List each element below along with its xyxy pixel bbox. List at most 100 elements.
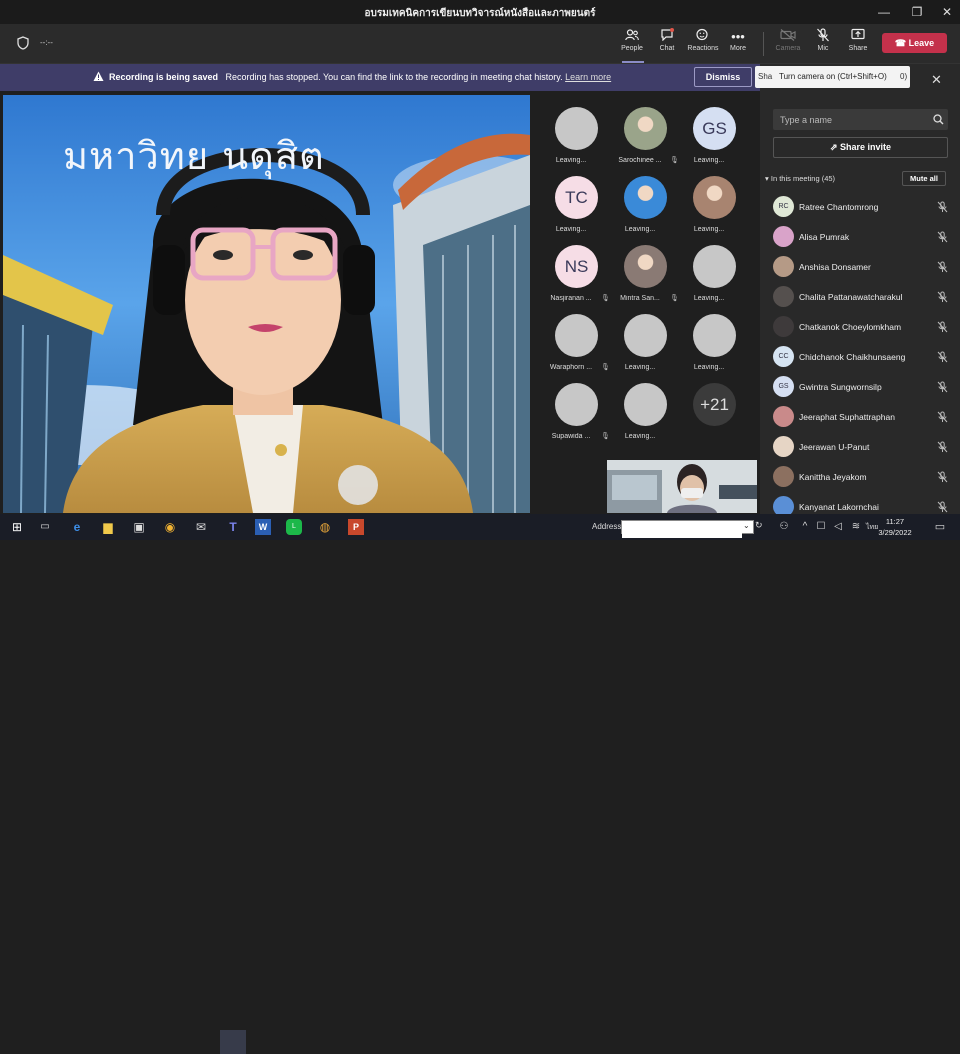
mic-off-icon[interactable] bbox=[937, 291, 948, 303]
mic-off-icon[interactable] bbox=[937, 441, 948, 453]
participant-name: Nasjiranan ... bbox=[550, 295, 592, 302]
address-toolbar[interactable] bbox=[621, 520, 754, 538]
reactions-button[interactable]: Reactions bbox=[683, 28, 723, 52]
participant-avatar bbox=[624, 383, 667, 426]
avatar bbox=[773, 256, 794, 277]
volume-icon[interactable]: ◁ bbox=[830, 519, 846, 535]
participant-tile[interactable]: Leaving... bbox=[609, 169, 679, 237]
camera-label: Camera bbox=[775, 45, 801, 52]
mic-off-icon[interactable] bbox=[937, 411, 948, 423]
powerpoint-icon[interactable]: P bbox=[348, 519, 364, 535]
share-button[interactable]: Share bbox=[838, 28, 878, 52]
participant-name: Ratree Chantomrong bbox=[799, 202, 879, 212]
participant-tile[interactable]: Leaving... bbox=[609, 307, 679, 375]
participant-tile[interactable]: Supawida ... 🎙︎ bbox=[540, 376, 610, 444]
participant-search-input[interactable] bbox=[773, 109, 923, 130]
store-icon[interactable]: ▣ bbox=[131, 519, 147, 535]
system-clock[interactable]: 11:27 3/29/2022 bbox=[870, 516, 920, 538]
participant-search[interactable] bbox=[773, 109, 948, 130]
learn-more-link[interactable]: Learn more bbox=[565, 72, 611, 82]
more-button[interactable]: ••• More bbox=[718, 28, 758, 52]
chrome-alt-icon[interactable]: ◉ bbox=[162, 519, 178, 535]
participant-row[interactable]: CC Chidchanok Chaikhunsaeng bbox=[773, 346, 953, 368]
start-menu-icon[interactable]: ⊞ bbox=[9, 519, 25, 535]
participant-row[interactable]: Jeeraphat Suphattraphan bbox=[773, 406, 953, 428]
mic-off-icon[interactable] bbox=[937, 501, 948, 513]
mic-off-icon[interactable] bbox=[937, 201, 948, 213]
participant-tile[interactable]: Leaving... bbox=[678, 238, 748, 306]
address-label: Address bbox=[592, 522, 622, 531]
in-meeting-header[interactable]: ▾ In this meeting (45) bbox=[765, 174, 835, 183]
participant-avatar bbox=[693, 245, 736, 288]
maximize-button[interactable]: ❐ bbox=[903, 2, 931, 22]
edge-icon[interactable]: e bbox=[69, 519, 85, 535]
participant-tile[interactable]: +21 bbox=[678, 376, 748, 444]
chrome-icon[interactable]: ◍ bbox=[317, 519, 333, 535]
participant-row[interactable]: Chalita Pattanawatcharakul bbox=[773, 286, 953, 308]
leave-label: Leave bbox=[908, 38, 935, 48]
participant-name: Mintra San... bbox=[620, 295, 660, 302]
participant-tile[interactable]: Sarochinee ... 🎙︎ bbox=[609, 100, 679, 168]
meeting-toolbar: --:-- People Chat Reactions ••• More Cam… bbox=[0, 24, 960, 64]
mic-button[interactable]: Mic bbox=[803, 28, 843, 52]
show-hidden-icons[interactable]: ^ bbox=[797, 519, 813, 535]
address-dropdown-icon[interactable]: ⌄ bbox=[743, 521, 750, 530]
participant-tile[interactable]: Leaving... bbox=[609, 376, 679, 444]
share-invite-button[interactable]: ⇗ Share invite bbox=[773, 137, 948, 158]
participant-tile[interactable]: Leaving... bbox=[678, 307, 748, 375]
minimize-button[interactable]: — bbox=[870, 2, 898, 22]
mic-off-icon[interactable] bbox=[937, 321, 948, 333]
people-tray-icon[interactable]: ⚇ bbox=[776, 519, 792, 535]
avatar bbox=[773, 466, 794, 487]
dismiss-button[interactable]: Dismiss bbox=[694, 67, 752, 87]
address-input[interactable] bbox=[622, 525, 742, 538]
participant-photo bbox=[624, 176, 667, 219]
mail-icon[interactable]: ✉ bbox=[193, 519, 209, 535]
avatar bbox=[773, 286, 794, 307]
participant-tile[interactable]: TC Leaving... bbox=[540, 169, 610, 237]
people-button[interactable]: People bbox=[612, 28, 652, 52]
camera-button[interactable]: Camera bbox=[768, 28, 808, 52]
participant-row[interactable]: Kanittha Jeyakom bbox=[773, 466, 953, 488]
close-window-button[interactable]: ✕ bbox=[933, 2, 960, 22]
participant-tile[interactable]: Leaving... bbox=[540, 100, 610, 168]
participant-tile[interactable]: Leaving... bbox=[678, 169, 748, 237]
tooltip-partial-left: Sha bbox=[758, 72, 773, 81]
word-icon[interactable]: W bbox=[255, 519, 271, 535]
participant-tile[interactable]: GS Leaving... bbox=[678, 100, 748, 168]
refresh-icon[interactable]: ↻ bbox=[755, 520, 763, 531]
chat-icon bbox=[647, 28, 687, 45]
participant-tile[interactable]: Waraphorn ... 🎙︎ bbox=[540, 307, 610, 375]
participant-row[interactable]: Alisa Pumrak bbox=[773, 226, 953, 248]
mic-off-icon[interactable] bbox=[937, 381, 948, 393]
teams-icon[interactable]: T bbox=[225, 519, 241, 535]
wifi-icon[interactable]: ≋ bbox=[848, 519, 864, 535]
self-video-image bbox=[607, 460, 757, 513]
file-explorer-icon[interactable]: ▆ bbox=[100, 519, 116, 535]
participant-row[interactable]: Chatkanok Choeylomkham bbox=[773, 316, 953, 338]
leave-button[interactable]: ☎ Leave bbox=[882, 33, 947, 53]
search-icon[interactable] bbox=[933, 114, 944, 125]
mic-off-icon[interactable] bbox=[937, 261, 948, 273]
clock-date: 3/29/2022 bbox=[878, 528, 912, 537]
notifications-icon[interactable]: ▭ bbox=[932, 519, 948, 535]
mic-off-icon[interactable] bbox=[937, 351, 948, 363]
participant-row[interactable]: GS Gwintra Sungwornsilp bbox=[773, 376, 953, 398]
participant-row[interactable]: Anshisa Donsamer bbox=[773, 256, 953, 278]
close-panel-icon[interactable]: ✕ bbox=[931, 72, 942, 88]
participant-row[interactable]: Jeerawan U-Panut bbox=[773, 436, 953, 458]
participant-avatar: +21 bbox=[693, 383, 736, 426]
mic-off-icon[interactable] bbox=[937, 231, 948, 243]
participant-row[interactable]: RC Ratree Chantomrong bbox=[773, 196, 953, 218]
task-view-icon[interactable]: ▭ bbox=[37, 519, 53, 535]
line-icon[interactable]: L bbox=[286, 519, 302, 535]
network-icon[interactable]: ☐ bbox=[813, 519, 829, 535]
mic-off-icon[interactable] bbox=[937, 471, 948, 483]
avatar: GS bbox=[773, 376, 794, 397]
participant-name: Gwintra Sungwornsilp bbox=[799, 382, 882, 392]
chat-button[interactable]: Chat bbox=[647, 28, 687, 52]
participant-tile[interactable]: NS Nasjiranan ... 🎙︎ bbox=[540, 238, 610, 306]
participant-tile[interactable]: Mintra San... 🎙︎ bbox=[609, 238, 679, 306]
mute-all-button[interactable]: Mute all bbox=[902, 171, 946, 186]
tooltip-partial-right: 0) bbox=[900, 72, 908, 81]
